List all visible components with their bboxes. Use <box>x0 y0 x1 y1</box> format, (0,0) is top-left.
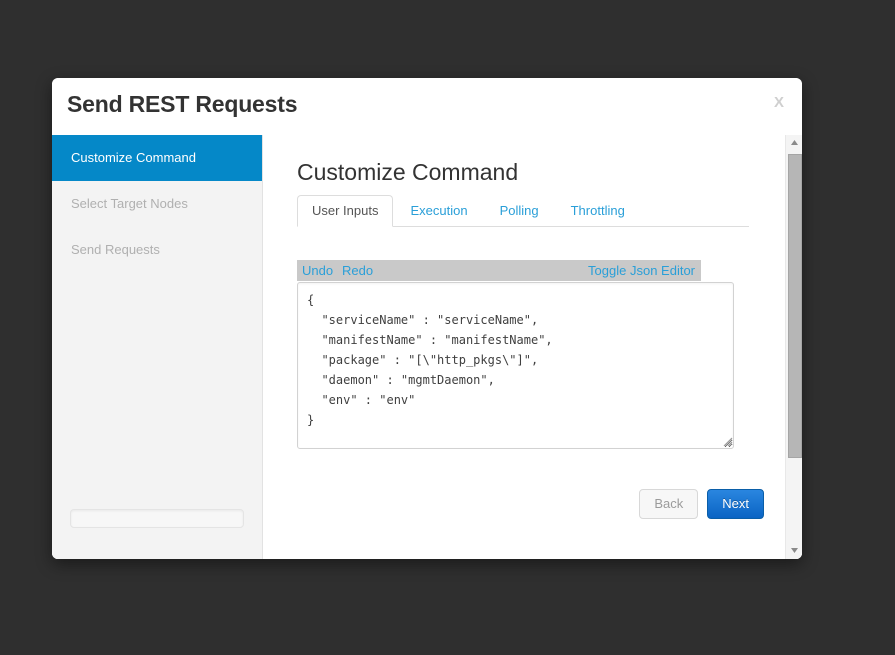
tab-label: Polling <box>499 203 539 218</box>
wizard-progress-bar <box>70 509 244 528</box>
sidebar-item-label: Customize Command <box>71 150 196 165</box>
json-editor-toolbar: Undo Redo Toggle Json Editor <box>297 260 701 281</box>
scroll-up-arrow-icon[interactable] <box>786 135 802 151</box>
sidebar-item-label: Send Requests <box>71 242 160 257</box>
page-title: Customize Command <box>297 159 519 185</box>
tab-polling[interactable]: Polling <box>485 195 554 227</box>
tab-execution[interactable]: Execution <box>395 195 482 227</box>
dialog-title: Send REST Requests <box>67 91 298 117</box>
send-rest-requests-dialog: Send REST Requests X Customize Command S… <box>52 78 802 559</box>
dialog-body: Customize Command Select Target Nodes Se… <box>52 135 802 559</box>
sidebar-item-label: Select Target Nodes <box>71 196 188 211</box>
content-scroll-area: Customize Command User Inputs Execution … <box>263 135 786 559</box>
content-scrollbar[interactable] <box>785 135 802 559</box>
content-pane: Customize Command User Inputs Execution … <box>263 135 802 559</box>
sidebar-item-send-requests[interactable]: Send Requests <box>52 227 262 273</box>
tab-label: Throttling <box>570 203 625 218</box>
tab-label: User Inputs <box>312 203 379 218</box>
scrollbar-thumb[interactable] <box>788 154 802 458</box>
redo-button[interactable]: Redo <box>342 263 373 278</box>
tab-user-inputs[interactable]: User Inputs <box>297 195 394 227</box>
back-button[interactable]: Back <box>639 489 699 519</box>
wizard-sidebar: Customize Command Select Target Nodes Se… <box>52 135 263 559</box>
undo-button[interactable]: Undo <box>302 263 333 278</box>
toggle-json-editor-button[interactable]: Toggle Json Editor <box>588 263 695 278</box>
tab-label: Execution <box>410 203 468 218</box>
close-icon[interactable]: X <box>770 93 788 112</box>
sidebar-item-customize-command[interactable]: Customize Command <box>52 135 262 181</box>
next-button[interactable]: Next <box>707 489 764 519</box>
dialog-header: Send REST Requests X <box>52 78 802 135</box>
scroll-down-arrow-icon[interactable] <box>786 543 802 559</box>
dialog-footer: Back Next <box>639 489 764 519</box>
json-input[interactable]: { "serviceName" : "serviceName", "manife… <box>297 282 734 449</box>
tab-throttling[interactable]: Throttling <box>556 195 640 227</box>
tab-strip: User Inputs Execution Polling Throttling <box>297 195 749 227</box>
sidebar-item-select-target-nodes[interactable]: Select Target Nodes <box>52 181 262 227</box>
